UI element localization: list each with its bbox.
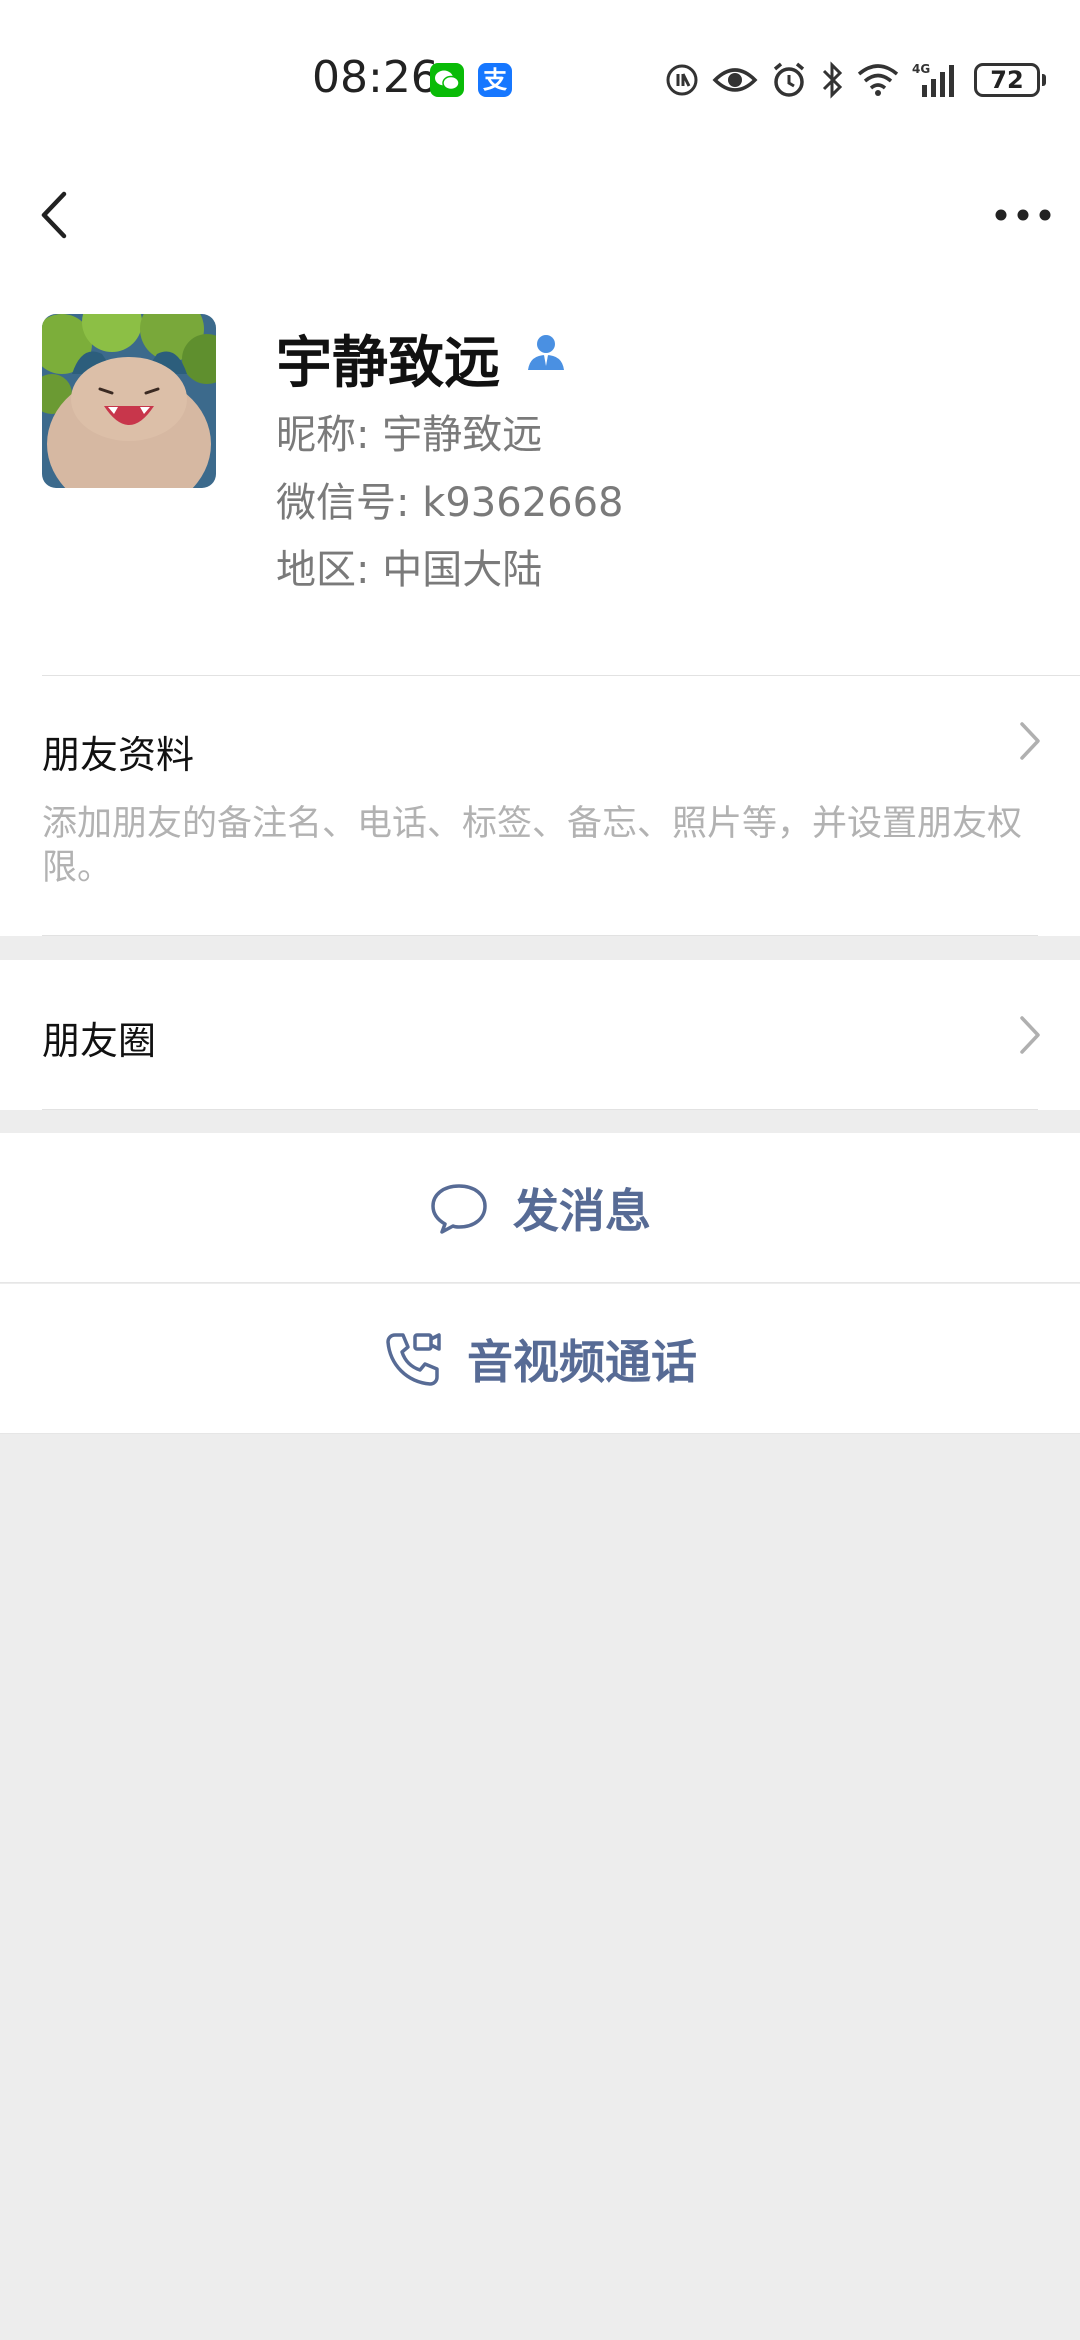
moments-title: 朋友圈 — [42, 1019, 157, 1063]
chat-bubble-icon — [431, 1184, 487, 1234]
wechat-id-line[interactable]: 微信号: k9362668 — [276, 470, 624, 528]
svg-text:4G: 4G — [912, 62, 930, 76]
nickname-line: 昵称: 宇静致远 — [276, 412, 543, 458]
send-message-label: 发消息 — [513, 1184, 651, 1238]
eye-icon — [712, 68, 758, 92]
alarm-icon — [773, 62, 805, 97]
data-saver-icon — [666, 64, 698, 96]
chevron-right-icon — [1020, 722, 1040, 760]
friend-info-title: 朋友资料 — [42, 733, 195, 777]
nav-bar — [0, 160, 1080, 290]
profile-card: 宇静致远 昵称: 宇静致远 微信号: k9362668 地区: 中国大陆 — [0, 290, 1080, 676]
friend-info-row[interactable]: 朋友资料 添加朋友的备注名、电话、标签、备忘、照片等，并设置朋友权限。 — [0, 676, 1080, 936]
friend-info-description: 添加朋友的备注名、电话、标签、备忘、照片等，并设置朋友权限。 — [42, 804, 1023, 888]
video-call-button[interactable]: 音视频通话 — [0, 1284, 1080, 1434]
video-call-label: 音视频通话 — [467, 1335, 697, 1389]
status-bar: 08:26 支 4G 72 — [0, 0, 1080, 160]
region-line: 地区: 中国大陆 — [276, 547, 543, 593]
more-dots-icon — [995, 209, 1051, 221]
divider — [0, 1282, 1080, 1283]
chevron-left-icon — [41, 191, 67, 239]
status-time: 08:26 — [312, 52, 439, 103]
divider — [42, 935, 1038, 936]
divider — [0, 1433, 1080, 1434]
avatar[interactable] — [42, 314, 216, 488]
chevron-right-icon — [1020, 1016, 1040, 1054]
bluetooth-icon — [822, 61, 843, 99]
status-icons: 4G 72 — [664, 58, 1046, 102]
wifi-icon — [857, 64, 899, 96]
display-name: 宇静致远 — [276, 331, 500, 396]
moments-row[interactable]: 朋友圈 — [0, 960, 1080, 1110]
contact-person-icon — [528, 335, 564, 370]
alipay-notification-icon: 支 — [478, 63, 512, 97]
send-message-button[interactable]: 发消息 — [0, 1133, 1080, 1283]
wechat-notification-icon — [430, 63, 464, 97]
signal-4g-icon: 4G — [912, 62, 954, 97]
battery-indicator: 72 — [974, 63, 1046, 97]
back-button[interactable] — [26, 180, 86, 250]
more-button[interactable] — [988, 185, 1058, 245]
divider — [42, 1109, 1038, 1110]
phone-video-icon — [386, 1333, 441, 1386]
